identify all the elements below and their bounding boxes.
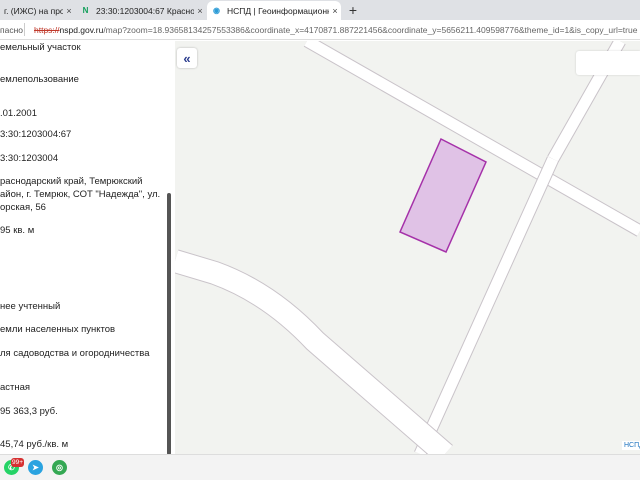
close-icon[interactable]: ×	[194, 6, 206, 16]
parcel-permitted-use: ля садоводства и огородничества	[0, 348, 150, 359]
tab-title: г. (ИЖС) на продаж	[4, 5, 63, 16]
parcel-address-line-1: раснодарский край, Темрюкский	[0, 176, 143, 187]
chrome-icon[interactable]: ◎	[52, 460, 67, 475]
url-protocol: https://	[34, 25, 60, 35]
tab-nspd[interactable]: ◉ НСПД | Геоинформационный п ×	[207, 1, 341, 20]
url-host: nspd.gov.ru	[59, 25, 104, 35]
parcel-address-line-3: орская, 56	[0, 202, 46, 213]
parcel-status: нее учтенный	[0, 301, 61, 312]
tab-cadastral[interactable]: N 23:30:1203004:67 Краснодарский ×	[76, 1, 206, 20]
parcel-land-category: емли населенных пунктов	[0, 324, 116, 335]
security-label[interactable]: пасно	[0, 25, 23, 35]
parcel-info-panel: емельный участок емлепользование .01.200…	[0, 41, 175, 454]
parcel-ownership: астная	[0, 382, 31, 393]
parcel-address-line-2: айон, г. Темрюк, СОТ "Надежда", ул.	[0, 189, 161, 200]
parcel-object-type: емельный участок	[0, 42, 81, 53]
url-path: /map?zoom=18.93658134257553386&coordinat…	[103, 25, 638, 35]
tab-title: 23:30:1203004:67 Краснодарский	[96, 5, 194, 16]
parcel-cadastral-quarter: 3:30:1203004	[0, 153, 59, 164]
url-text[interactable]: https://nspd.gov.ru/map?zoom=18.93658134…	[34, 25, 637, 35]
roads	[175, 41, 640, 454]
close-icon[interactable]: ×	[329, 6, 341, 16]
address-bar[interactable]: пасно https://nspd.gov.ru/map?zoom=18.93…	[0, 20, 640, 40]
taskbar: ✆ 99+ ➤ ◎	[0, 454, 640, 480]
notification-badge: 99+	[11, 458, 25, 467]
divider	[24, 23, 25, 36]
n-icon: N	[82, 6, 89, 15]
parcel-polygon[interactable]	[399, 137, 487, 253]
parcel-cadastral-value: 95 363,3 руб.	[0, 406, 58, 417]
parcel-value-per-m2: 45,74 руб./кв. м	[0, 439, 69, 450]
parcel-date: .01.2001	[0, 108, 37, 119]
close-icon[interactable]: ×	[63, 6, 75, 16]
parcel-type: емлепользование	[0, 74, 79, 85]
tab-avito[interactable]: г. (ИЖС) на продаж ×	[0, 1, 75, 20]
parcel-cadastral-number: 3:30:1203004:67	[0, 129, 72, 140]
telegram-icon[interactable]: ➤	[28, 460, 43, 475]
map-canvas	[175, 41, 640, 454]
new-tab-button[interactable]: +	[345, 2, 361, 18]
tab-title: НСПД | Геоинформационный п	[227, 5, 329, 16]
parcel-area: 95 кв. м	[0, 225, 35, 236]
map-view[interactable]: « НСПД	[175, 41, 640, 454]
tab-strip: г. (ИЖС) на продаж × N 23:30:1203004:67 …	[0, 0, 640, 20]
map-attribution: НСПД	[622, 441, 640, 450]
globe-icon: ◉	[213, 6, 220, 15]
collapse-panel-button[interactable]: «	[177, 48, 197, 68]
panel-scrollbar[interactable]	[167, 193, 171, 454]
map-control-box[interactable]	[576, 51, 640, 75]
